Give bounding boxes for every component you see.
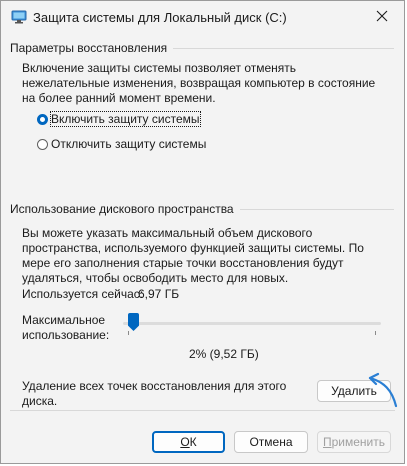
disk-usage-description: Вы можете указать максимальный объем дис… xyxy=(22,226,364,285)
title-bar: Защита системы для Локальный диск (C:) xyxy=(1,1,404,33)
restore-settings-title: Параметры восстановления xyxy=(10,41,174,55)
window-title: Защита системы для Локальный диск (C:) xyxy=(33,10,287,25)
slider-track[interactable] xyxy=(123,322,381,325)
radio-label-enable: Включить защиту системы xyxy=(50,111,201,127)
delete-description: Удаление всех точек восстановления для э… xyxy=(22,379,287,408)
footer-divider xyxy=(10,410,395,411)
restore-description: Включение защиты системы позволяет отмен… xyxy=(22,61,376,105)
radio-button-checked[interactable] xyxy=(37,113,48,125)
cancel-button[interactable]: Отмена xyxy=(234,431,308,453)
apply-button[interactable]: Применить xyxy=(317,431,391,453)
current-usage-label: Используется сейчас: xyxy=(22,287,144,301)
delete-button[interactable]: Удалить xyxy=(317,380,391,402)
radio-button-unchecked[interactable] xyxy=(37,138,48,150)
max-usage-label-line2: использование: xyxy=(22,328,110,342)
ok-button-label: ОК xyxy=(180,435,197,449)
apply-button-label: Применить xyxy=(322,435,385,449)
max-usage-label-line1: Максимальное xyxy=(22,313,106,327)
cancel-button-label: Отмена xyxy=(249,435,293,449)
slider-thumb[interactable] xyxy=(128,313,139,331)
current-usage-value: 6,97 ГБ xyxy=(138,287,180,301)
dialog-window: Защита системы для Локальный диск (C:) П… xyxy=(0,0,405,464)
close-button[interactable] xyxy=(364,3,400,31)
dialog-content: Параметры восстановления Включение защит… xyxy=(1,33,404,463)
slider-tick-end xyxy=(375,331,376,335)
close-icon xyxy=(376,10,388,25)
radio-enable-protection[interactable]: Включить защиту системы xyxy=(37,111,201,127)
radio-disable-protection[interactable]: Отключить защиту системы xyxy=(37,137,206,151)
computer-icon xyxy=(11,10,27,24)
max-usage-slider[interactable] xyxy=(123,313,381,335)
disk-usage-title: Использование дискового пространства xyxy=(10,202,240,216)
slider-tick-start xyxy=(128,331,129,335)
ok-button[interactable]: ОК xyxy=(152,431,225,453)
slider-value-text: 2% (9,52 ГБ) xyxy=(189,347,259,361)
radio-label-disable: Отключить защиту системы xyxy=(51,137,207,151)
